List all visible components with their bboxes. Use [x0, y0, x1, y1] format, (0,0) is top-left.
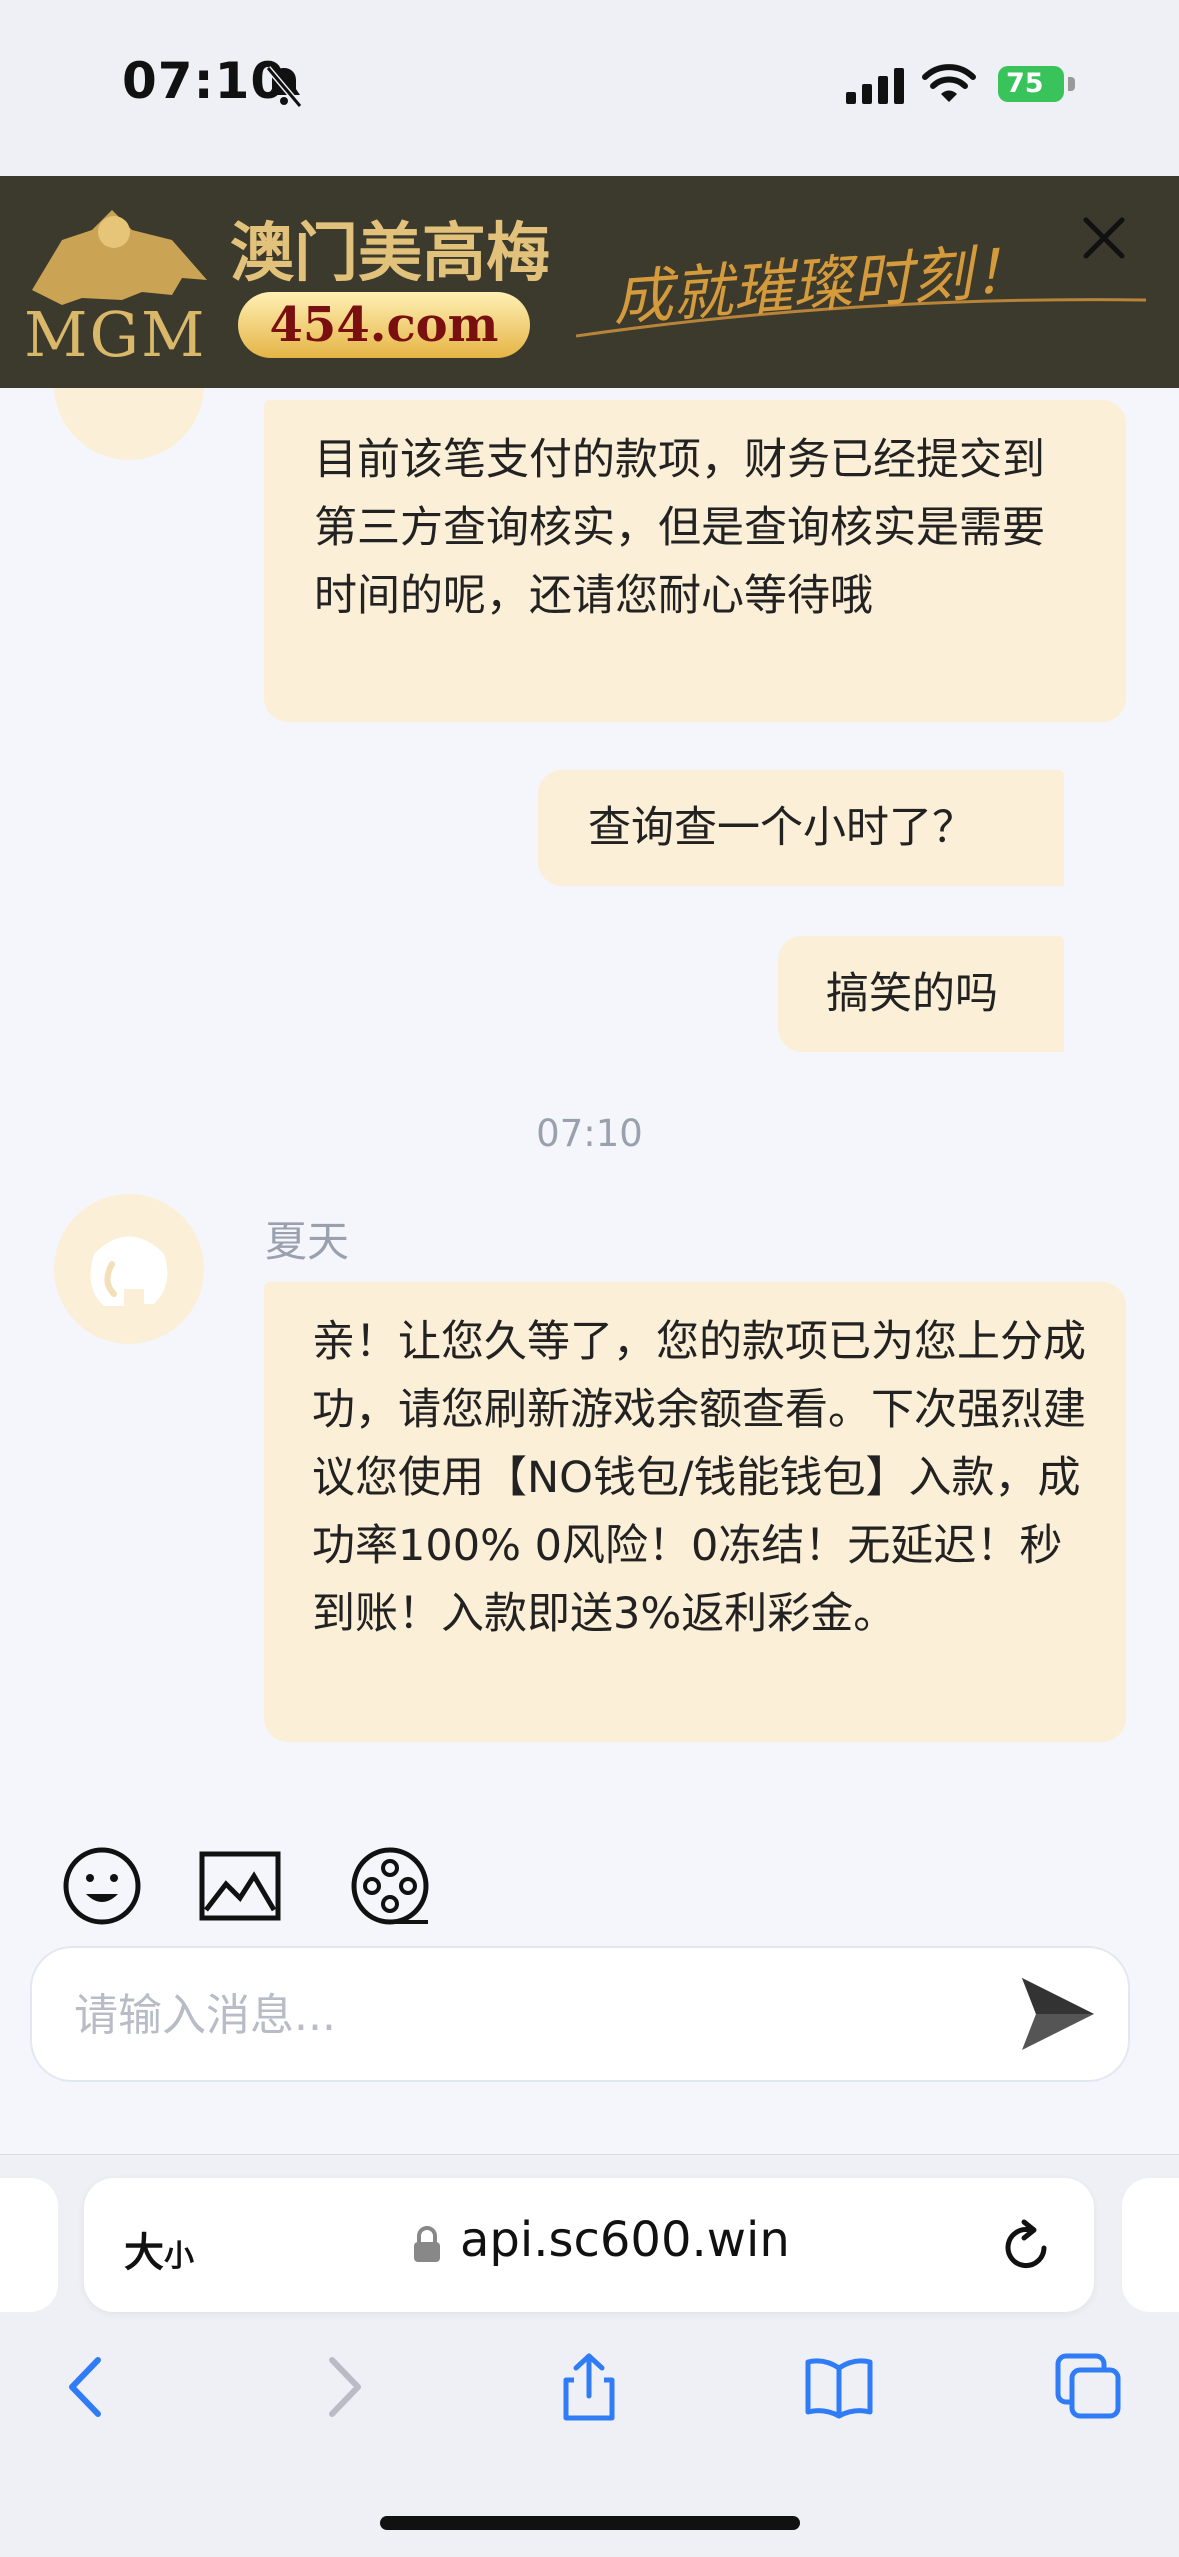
wifi-icon [922, 64, 976, 102]
battery-cap [1068, 77, 1075, 91]
chat-message: 查询查一个小时了？ [538, 770, 1064, 886]
ad-banner[interactable]: MGM 澳门美高梅 454.com 成就璀璨时刻！ [0, 176, 1179, 388]
battery-percent: 75 [1006, 68, 1044, 99]
bell-muted-icon [265, 66, 303, 108]
image-icon[interactable] [198, 1844, 282, 1928]
message-input[interactable] [72, 1978, 976, 2052]
message-text: 目前该笔支付的款项，财务已经提交到第三方查询核实，但是查询核实是需要时间的呢，还… [314, 435, 1045, 621]
message-text: 亲！让您久等了，您的款项已为您上分成功，请您刷新游戏余额查看。下次强烈建议您使用… [312, 1317, 1086, 1639]
lock-icon [414, 2226, 440, 2262]
banner-brand: MGM [24, 298, 207, 371]
reload-icon[interactable] [1000, 2218, 1052, 2274]
bookmarks-icon[interactable] [802, 2350, 876, 2424]
forward-icon[interactable] [304, 2350, 378, 2424]
url-text[interactable]: api.sc600.win [460, 2212, 790, 2268]
elephant-logo-icon [90, 1236, 168, 1306]
message-text: 搞笑的吗 [826, 969, 998, 1019]
address-bar[interactable]: 大小 api.sc600.win [84, 2178, 1094, 2312]
lion-logo-icon [32, 210, 207, 305]
text-size-big-label: 大 [124, 2230, 164, 2276]
send-icon[interactable] [1016, 1972, 1100, 2056]
home-indicator[interactable] [380, 2516, 800, 2530]
chat-message: 亲！让您久等了，您的款项已为您上分成功，请您刷新游戏余额查看。下次强烈建议您使用… [264, 1282, 1126, 1742]
close-icon[interactable] [1078, 212, 1130, 264]
sender-name: 夏天 [265, 1217, 350, 1266]
emoji-icon[interactable] [60, 1844, 144, 1928]
next-tab-preview[interactable] [1122, 2178, 1179, 2312]
agent-avatar[interactable] [54, 1194, 204, 1344]
tabs-icon[interactable] [1052, 2350, 1126, 2424]
banner-chinese-name: 澳门美高梅 [230, 216, 550, 291]
video-reel-icon[interactable] [348, 1844, 432, 1928]
previous-tab-preview[interactable] [0, 2178, 58, 2312]
message-composer[interactable] [30, 1946, 1130, 2082]
text-size-button[interactable]: 大小 [124, 2220, 194, 2278]
back-icon[interactable] [52, 2350, 126, 2424]
signal-icon [846, 68, 904, 104]
chat-message: 目前该笔支付的款项，财务已经提交到第三方查询核实，但是查询核实是需要时间的呢，还… [264, 400, 1126, 722]
share-icon[interactable] [552, 2350, 626, 2424]
chat-message: 搞笑的吗 [778, 936, 1064, 1052]
battery-charging-icon: 75 [998, 66, 1064, 102]
time-separator: 07:10 [536, 1112, 643, 1155]
text-size-small-label: 小 [164, 2239, 194, 2274]
banner-domain: 454.com [238, 292, 530, 358]
message-text: 查询查一个小时了？ [588, 803, 975, 853]
